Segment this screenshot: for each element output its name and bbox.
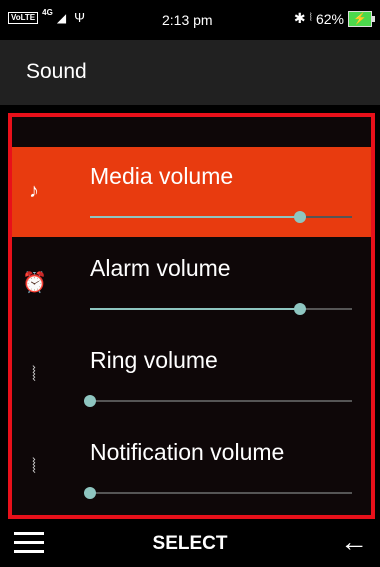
slider-track [90, 492, 352, 494]
volte-badge: VoLTE [8, 11, 39, 24]
alarm-icon: ⏰ [22, 272, 47, 294]
slider-thumb[interactable] [293, 211, 306, 223]
volume-list: ♪ Media volume ⏰ Alarm volume ⦚ Ring vol… [8, 113, 375, 519]
media-volume-item[interactable]: ♪ Media volume [12, 147, 371, 237]
alarm-volume-label: Alarm volume [90, 255, 231, 281]
status-time: 2:13 pm [162, 12, 213, 28]
vibrate-icon: ⦚ [31, 456, 37, 478]
battery-charging-icon: ⚡ [348, 10, 375, 27]
status-left: VoLTE 4G ◢ Ψ [8, 8, 85, 25]
slider-fill [90, 308, 300, 310]
slider-thumb[interactable] [293, 303, 306, 315]
ring-volume-label: Ring volume [90, 347, 218, 373]
notification-volume-slider[interactable] [84, 487, 352, 499]
music-note-icon: ♪ [29, 180, 39, 202]
vibrate-icon: ⦚ [309, 12, 312, 24]
media-volume-slider[interactable] [90, 211, 352, 223]
status-right: ✱ ⦚ 62% ⚡ [293, 10, 375, 27]
slider-thumb[interactable] [84, 395, 96, 407]
media-volume-label: Media volume [90, 163, 234, 189]
select-softkey[interactable]: SELECT [0, 533, 380, 555]
status-bar: VoLTE 4G ◢ Ψ 2:13 pm ✱ ⦚ 62% ⚡ [0, 0, 380, 40]
ring-volume-item[interactable]: ⦚ Ring volume [12, 331, 371, 421]
app-header: Sound [0, 40, 380, 105]
slider-track [90, 400, 352, 402]
ring-volume-slider[interactable] [84, 395, 352, 407]
network-type: 4G [42, 8, 53, 17]
notification-volume-label: Notification volume [90, 439, 285, 465]
vibrate-icon: ⦚ [31, 364, 37, 386]
battery-percent: 62% [315, 10, 344, 27]
usb-icon: Ψ [74, 10, 85, 25]
notification-volume-item[interactable]: ⦚ Notification volume [12, 423, 371, 513]
slider-fill [90, 216, 300, 218]
softkey-bar: SELECT ← [0, 522, 380, 567]
alarm-volume-slider[interactable] [90, 303, 352, 315]
signal-icon: ◢ [56, 10, 67, 25]
slider-thumb[interactable] [84, 487, 96, 499]
back-arrow-icon[interactable]: ← [340, 526, 368, 558]
alarm-volume-item[interactable]: ⏰ Alarm volume [12, 239, 371, 329]
page-title: Sound [26, 60, 87, 83]
bluetooth-icon: ✱ [293, 10, 306, 26]
